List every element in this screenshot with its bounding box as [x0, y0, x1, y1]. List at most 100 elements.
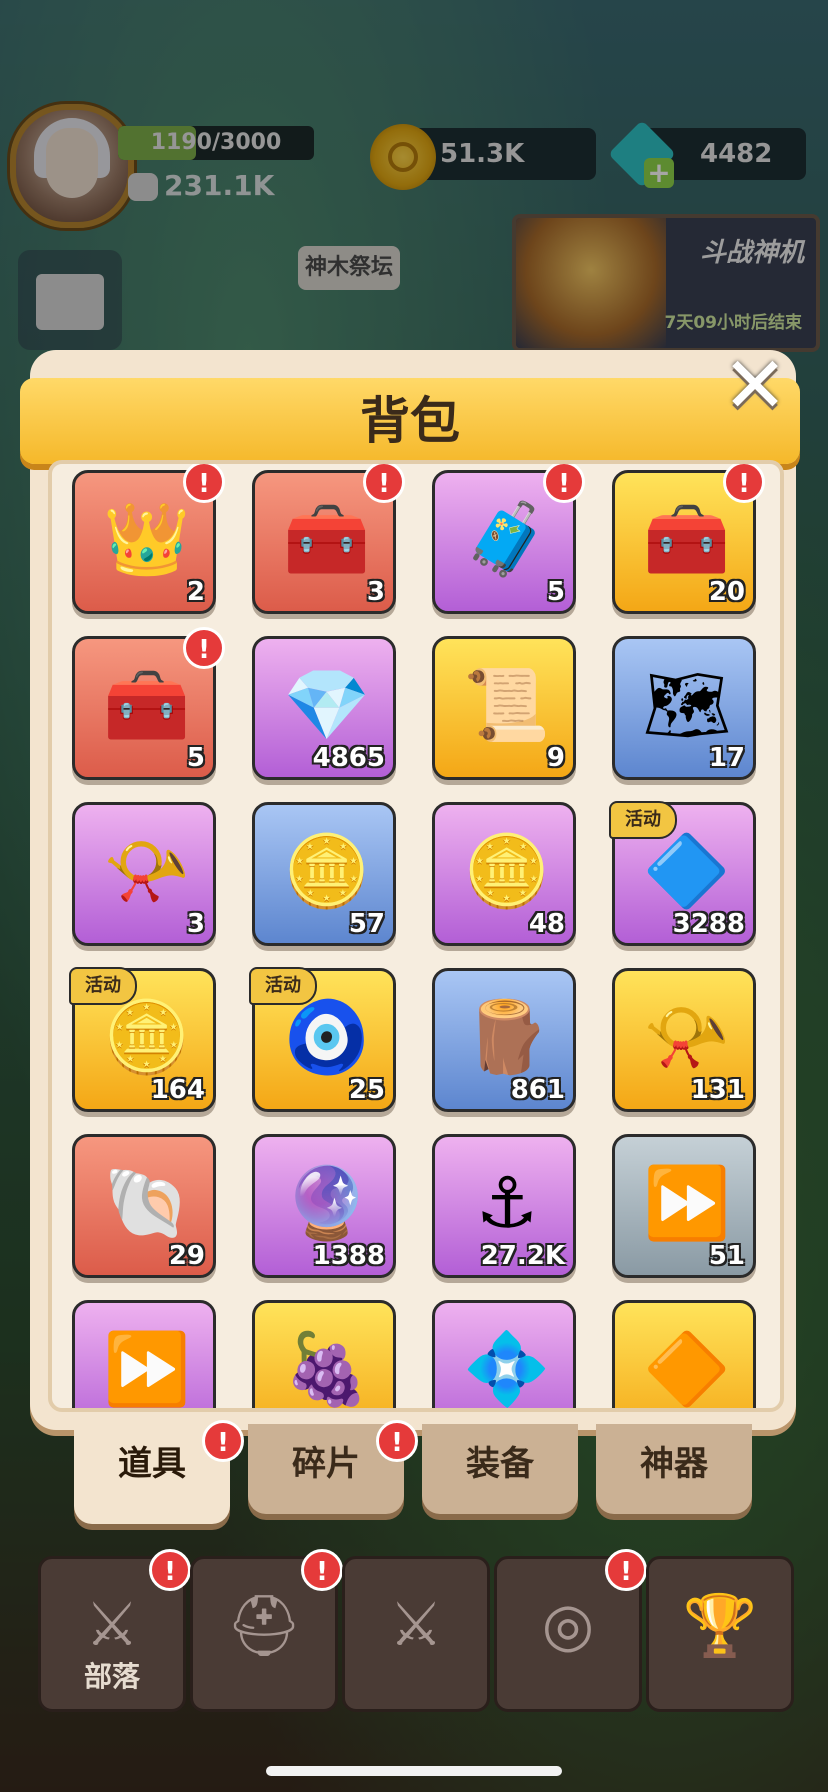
item-slot[interactable]: 🧳 5! — [432, 464, 585, 614]
tab-label: 碎片 — [292, 1444, 360, 1484]
item-count: 5 — [546, 577, 565, 607]
nav-button[interactable]: ⛑! — [190, 1549, 343, 1712]
nav-button[interactable]: ⚔ 部落! — [38, 1549, 191, 1712]
item-slot[interactable]: 🔶 — [612, 1300, 756, 1410]
wood-logs-icon: 🪵 — [463, 996, 551, 1078]
item-slot[interactable]: 🪙 164 活动 — [69, 967, 216, 1112]
viking-helmet-icon: ⛑ — [225, 1590, 303, 1661]
item-slot[interactable]: 👑 2! — [72, 464, 225, 614]
pearl-clam-icon: 🐚 — [103, 1162, 191, 1244]
horn-icon: 📯 — [643, 996, 731, 1078]
panel-title: 背包 — [360, 392, 460, 450]
title-ribbon: 背包 — [20, 378, 800, 464]
nav-button[interactable]: 🏆 — [646, 1556, 794, 1712]
alert-badge-icon: ! — [183, 464, 225, 503]
silver-coin-icon: 🪙 — [283, 830, 371, 912]
item-count: 3 — [186, 909, 205, 939]
item-count: 25 — [348, 1075, 385, 1105]
item-slot[interactable]: 📜 9 — [432, 636, 576, 780]
item-slot[interactable]: 🧿 25 活动 — [249, 967, 396, 1112]
alert-badge-icon: ! — [723, 464, 765, 503]
item-count: 17 — [708, 743, 745, 773]
item-slot[interactable]: 🍇 — [252, 1300, 396, 1410]
item-count: 20 — [708, 577, 745, 607]
item-slot[interactable]: 🐚 29 — [72, 1134, 216, 1278]
gold-chest-icon: 🧰 — [283, 498, 371, 580]
gold-crystal-icon: 🔶 — [643, 1328, 731, 1410]
item-slot[interactable]: ⏩ 51 — [612, 1134, 756, 1278]
item-slot[interactable]: ⚓ 27.2K — [432, 1134, 576, 1278]
item-slot[interactable]: 📯 131 — [612, 968, 756, 1112]
gem-crown-icon: 👑 — [103, 498, 191, 580]
nav-label: 部落 — [83, 1660, 140, 1693]
item-count: 2 — [186, 577, 205, 607]
home-indicator — [266, 1766, 562, 1776]
alert-badge-icon: ! — [376, 1420, 418, 1462]
item-slot[interactable]: 🧰 5! — [72, 627, 225, 780]
close-button[interactable]: ✕ — [712, 347, 798, 425]
item-count: 27.2K — [480, 1241, 565, 1271]
purple-crystal-icon: 💠 — [463, 1328, 551, 1410]
tab-1[interactable]: 碎片! — [248, 1420, 418, 1514]
event-tag: 活动 — [249, 967, 317, 1005]
nav-button[interactable]: ◎! — [494, 1549, 647, 1712]
item-count: 3288 — [672, 909, 745, 939]
item-slot[interactable]: 🧰 3! — [252, 464, 405, 614]
item-count: 51 — [708, 1241, 745, 1271]
item-count: 861 — [510, 1075, 565, 1105]
item-count: 29 — [168, 1241, 205, 1271]
alert-badge-icon: ! — [202, 1420, 244, 1462]
blue-chest-icon: 🧰 — [643, 498, 731, 580]
item-count: 1388 — [312, 1241, 385, 1271]
item-slot[interactable]: 🔷 3288 活动 — [609, 801, 756, 946]
alert-badge-icon: ! — [363, 464, 405, 503]
wood-chest-icon: 🧳 — [463, 498, 551, 580]
item-slot[interactable]: 📯 3 — [72, 802, 216, 946]
purple-gem-icon: 💎 — [283, 664, 371, 746]
tab-2[interactable]: 装备 — [422, 1424, 578, 1514]
item-slot[interactable]: 🪙 57 — [252, 802, 396, 946]
target-icon: ◎ — [541, 1590, 595, 1660]
alert-badge-icon: ! — [301, 1549, 343, 1591]
banner-sword-icon: ⚔ — [85, 1590, 139, 1660]
tab-label: 装备 — [466, 1444, 534, 1484]
item-count: 5 — [186, 743, 205, 773]
tab-label: 神器 — [640, 1444, 708, 1484]
tab-label: 道具 — [118, 1444, 186, 1484]
item-count: 9 — [546, 743, 565, 773]
item-slot[interactable]: 🪵 861 — [432, 968, 576, 1112]
anchor-coin-icon: ⚓ — [475, 1162, 539, 1244]
event-tag: 活动 — [69, 967, 137, 1005]
crossed-swords-icon: ⚔ — [389, 1590, 443, 1660]
alert-badge-icon: ! — [605, 1549, 647, 1591]
item-count: 164 — [150, 1075, 205, 1105]
horn-scroll-icon: 📯 — [103, 830, 191, 912]
item-grid: 👑 2! 🧰 3! 🧳 5! 🧰 20! 🧰 5! 💎 4865 📜 9 🗺 17 📯 3 🪙 57 🪙 48 🔷 3288 活… — [48, 460, 784, 1412]
alert-badge-icon: ! — [149, 1549, 191, 1591]
item-slot[interactable]: 🧰 20! — [612, 464, 765, 614]
item-slot[interactable]: 🗺 17 — [612, 636, 756, 780]
purple-shards-icon: 🔮 — [283, 1162, 371, 1244]
event-tag: 活动 — [609, 801, 677, 839]
trophy-icon: 🏆 — [682, 1590, 758, 1661]
purple-coin-icon: 🪙 — [463, 830, 551, 912]
item-count: 4865 — [312, 743, 385, 773]
item-slot[interactable]: 💠 — [432, 1300, 576, 1410]
item-slot[interactable]: 💎 4865 — [252, 636, 396, 780]
item-slot[interactable]: 🪙 48 — [432, 802, 576, 946]
berry-icon: 🍇 — [283, 1328, 371, 1410]
item-count: 3 — [366, 577, 385, 607]
item-slot[interactable]: 🔮 1388 — [252, 1134, 396, 1278]
speed-scroll-icon: ⏩ — [643, 1162, 731, 1244]
red-chest-icon: 🧰 — [103, 664, 191, 746]
tab-0[interactable]: 道具! — [74, 1420, 244, 1524]
map-icon: 🗺 — [642, 664, 732, 746]
item-count: 57 — [348, 909, 385, 939]
item-slot[interactable]: ⏩ — [72, 1300, 216, 1410]
nav-button[interactable]: ⚔ — [342, 1556, 490, 1712]
speed-scroll-purple-icon: ⏩ — [103, 1328, 191, 1410]
tab-3[interactable]: 神器 — [596, 1424, 752, 1514]
alert-badge-icon: ! — [183, 627, 225, 669]
alert-badge-icon: ! — [543, 464, 585, 503]
scroll-icon: 📜 — [463, 664, 551, 746]
